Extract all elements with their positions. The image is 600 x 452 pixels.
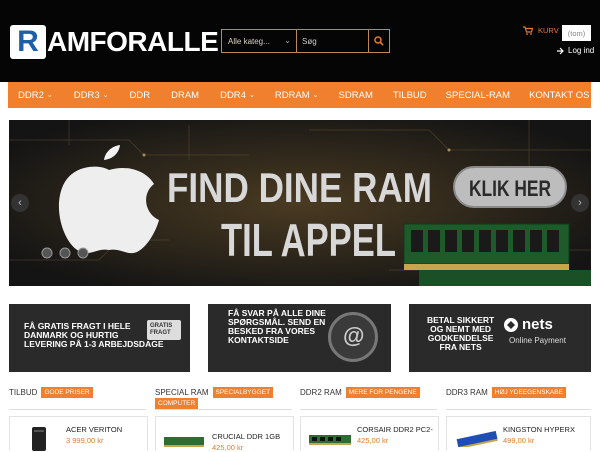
chevron-down-icon: ⌄ bbox=[248, 92, 255, 99]
search-icon bbox=[374, 36, 384, 46]
truck-icon: GRATIS FRAGT bbox=[147, 320, 181, 340]
main-nav: DDR2 ⌄ DDR3 ⌄ DDR DRAM DDR4 ⌄ RDRAM ⌄ SDRAM … bbox=[8, 82, 591, 108]
site-header: R AMFORALLE Alle kateg... ⌄ KURV (tom) L… bbox=[0, 0, 600, 82]
nav-label: DDR4 bbox=[220, 89, 246, 101]
hero-graphic: FIND DINE RAM TIL APPEL KLIK HER bbox=[9, 120, 591, 286]
nav-label: SDRAM bbox=[338, 89, 373, 101]
product-price: 499,00 kr bbox=[503, 436, 535, 445]
product-name[interactable]: ACER VERITON bbox=[66, 425, 122, 434]
logo-text: AMFORALLE bbox=[47, 26, 219, 57]
product-image bbox=[456, 431, 498, 447]
hero-cta-button[interactable]: KLIK HER bbox=[453, 166, 567, 208]
login-icon bbox=[557, 47, 564, 54]
product-price: 425,00 kr bbox=[357, 436, 389, 445]
category-title: TILBUD bbox=[9, 388, 38, 397]
category-title: SPECIAL RAM bbox=[155, 388, 209, 397]
hero-title-line2: TIL APPEL bbox=[221, 214, 396, 266]
category-title: DDR2 RAM bbox=[300, 388, 342, 397]
chevron-down-icon: ⌄ bbox=[46, 92, 53, 99]
category-select-value: Alle kateg... bbox=[228, 36, 270, 46]
hero-cta-label: KLIK HER bbox=[469, 176, 551, 201]
nav-label: TILBUD bbox=[392, 89, 427, 101]
nav-label: DRAM bbox=[171, 89, 200, 101]
nav-label: DDR2 bbox=[18, 89, 44, 101]
banner-text: FÅ GRATIS FRAGT I HELE DANMARK OG HURTIG… bbox=[24, 321, 164, 349]
slider-prev-arrow[interactable]: ‹ bbox=[11, 194, 29, 212]
nav-item-tilbud[interactable]: TILBUD bbox=[393, 82, 427, 108]
chevron-down-icon: ⌄ bbox=[312, 92, 319, 99]
nav-label: RDRAM bbox=[274, 89, 310, 101]
promo-banner-payment[interactable]: BETAL SIKKERT OG NEMT MED GODKENDELSE FR… bbox=[409, 304, 591, 372]
product-image bbox=[309, 435, 351, 445]
divider bbox=[300, 409, 437, 410]
slider-dots[interactable] bbox=[41, 247, 89, 259]
login-label: Log ind bbox=[568, 46, 595, 55]
divider bbox=[155, 409, 292, 410]
category-title: DDR3 RAM bbox=[446, 388, 488, 397]
search-button[interactable] bbox=[369, 29, 390, 53]
category-badge: MERE FOR PENGENE bbox=[345, 387, 420, 398]
nav-label: DDR bbox=[129, 89, 151, 101]
nav-item-kontakt-os[interactable]: KONTAKT OS bbox=[529, 82, 589, 108]
nav-item-dram[interactable]: DRAM bbox=[171, 82, 199, 108]
product-card[interactable]: ACER VERITON 3 999,00 kr bbox=[9, 416, 148, 451]
nets-brand: nets bbox=[522, 316, 553, 333]
hero-slider[interactable]: FIND DINE RAM TIL APPEL KLIK HER bbox=[9, 120, 591, 286]
promo-banner-contact[interactable]: FÅ SVAR PÅ ALLE DINE SPØRGSMÅL. SEND EN … bbox=[208, 304, 391, 372]
nav-item-special-ram[interactable]: SPECIAL-RAM bbox=[446, 82, 510, 108]
product-name[interactable]: CORSAIR DDR2 PC2- bbox=[357, 425, 433, 434]
truck-icon-label: GRATIS FRAGT bbox=[150, 323, 173, 336]
category-header-tilbud[interactable]: TILBUD GODE PRISER bbox=[9, 387, 93, 398]
product-image bbox=[164, 437, 204, 447]
product-card[interactable]: CRUCIAL DDR 1GB 425,00 kr bbox=[155, 416, 294, 452]
nets-icon bbox=[504, 317, 518, 332]
site-logo[interactable]: R AMFORALLE bbox=[10, 25, 219, 59]
banner-text: FÅ SVAR PÅ ALLE DINE SPØRGSMÅL. SEND EN … bbox=[228, 308, 326, 345]
category-badge: SPECIALBYGGET bbox=[212, 387, 274, 398]
nets-logo: nets bbox=[503, 316, 553, 333]
cart-icon bbox=[523, 26, 533, 35]
divider bbox=[9, 409, 146, 410]
category-header-ddr2[interactable]: DDR2 RAM MERE FOR PENGENE bbox=[300, 387, 420, 398]
email-icon-glyph: @ bbox=[343, 323, 365, 348]
product-price: 3 999,00 kr bbox=[66, 436, 104, 445]
product-image bbox=[32, 427, 46, 451]
hero-title-line1: FIND DINE RAM bbox=[167, 164, 432, 211]
nets-subtitle: Online Payment bbox=[509, 336, 566, 345]
product-price: 425,00 kr bbox=[212, 443, 244, 452]
category-badge: GODE PRISER bbox=[41, 387, 93, 398]
cart-link[interactable]: KURV bbox=[523, 26, 559, 35]
product-card[interactable]: KINGSTON HYPERX 499,00 kr bbox=[446, 416, 591, 450]
chevron-down-icon: ⌄ bbox=[284, 36, 291, 45]
product-card[interactable]: CORSAIR DDR2 PC2- 425,00 kr bbox=[300, 416, 439, 450]
chevron-down-icon: ⌄ bbox=[102, 92, 109, 99]
nav-item-ddr4[interactable]: DDR4 ⌄ bbox=[220, 82, 255, 108]
category-header-ddr3[interactable]: DDR3 RAM HØJ YDEEGENSKABE bbox=[446, 387, 566, 398]
category-badge: HØJ YDEEGENSKABE bbox=[491, 387, 566, 398]
nav-label: DDR3 bbox=[73, 89, 100, 101]
nav-item-ddr2[interactable]: DDR2 ⌄ bbox=[18, 82, 53, 108]
slider-next-arrow[interactable]: › bbox=[571, 194, 589, 212]
logo-mark: R bbox=[10, 25, 46, 59]
nav-label: KONTAKT OS bbox=[529, 89, 590, 101]
promo-banner-shipping[interactable]: FÅ GRATIS FRAGT I HELE DANMARK OG HURTIG… bbox=[9, 304, 190, 372]
search-input[interactable] bbox=[297, 29, 369, 53]
category-select[interactable]: Alle kateg... ⌄ bbox=[221, 29, 297, 53]
product-name[interactable]: CRUCIAL DDR 1GB bbox=[212, 432, 280, 441]
banner-text: BETAL SIKKERT OG NEMT MED GODKENDELSE FR… bbox=[427, 315, 495, 352]
nav-item-ddr3[interactable]: DDR3 ⌄ bbox=[74, 82, 109, 108]
category-header-special-ram[interactable]: SPECIAL RAM SPECIALBYGGET bbox=[155, 387, 274, 398]
login-link[interactable]: Log ind bbox=[557, 46, 594, 55]
divider bbox=[446, 409, 591, 410]
nav-item-ddr[interactable]: DDR bbox=[130, 82, 151, 108]
category-badge: COMPUTER bbox=[155, 398, 199, 409]
nav-item-rdram[interactable]: RDRAM ⌄ bbox=[275, 82, 319, 108]
ram-module-image bbox=[403, 223, 591, 286]
nav-label: SPECIAL-RAM bbox=[445, 89, 511, 101]
product-name[interactable]: KINGSTON HYPERX bbox=[503, 425, 575, 434]
cart-count[interactable]: (tom) bbox=[562, 25, 591, 41]
nav-item-sdram[interactable]: SDRAM bbox=[339, 82, 373, 108]
cart-label: KURV bbox=[538, 26, 559, 35]
email-icon: @ bbox=[328, 312, 378, 362]
